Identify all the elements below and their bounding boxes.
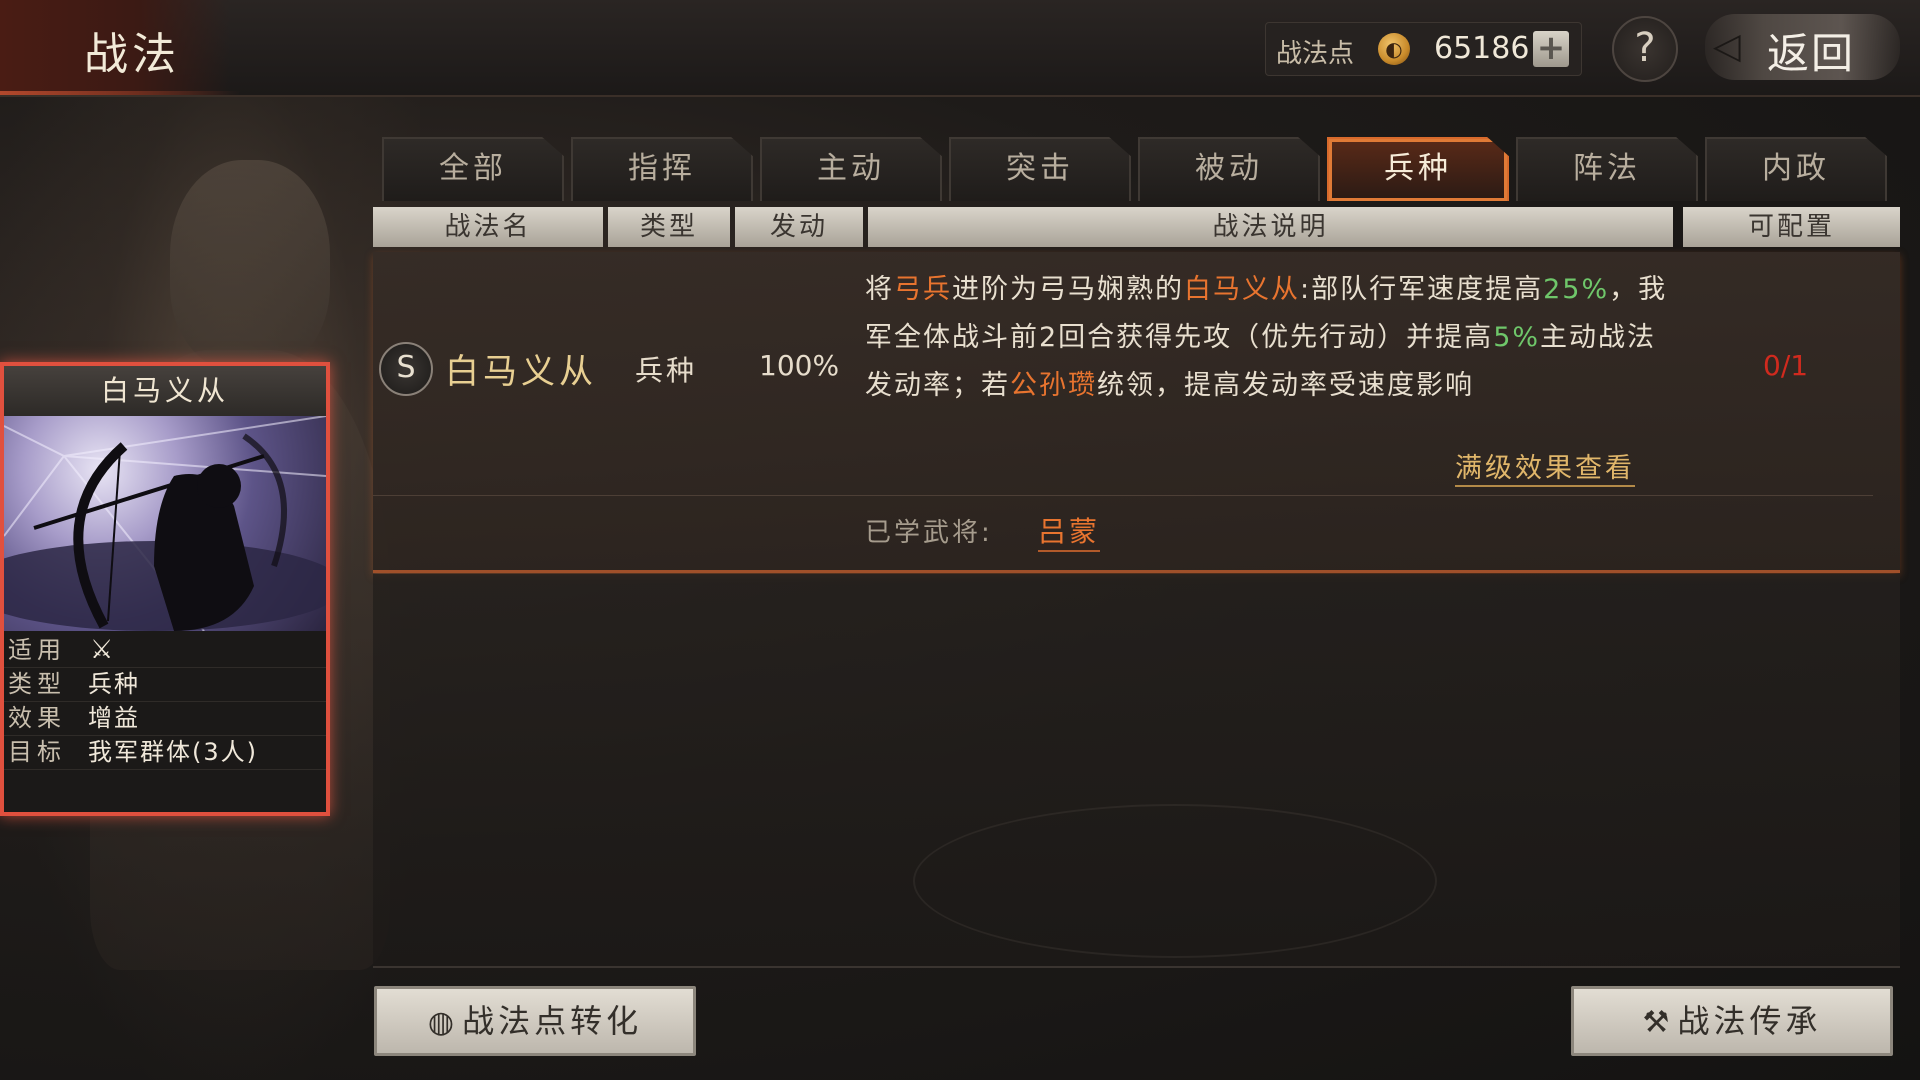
column-header-rate[interactable]: 发动 [735, 207, 863, 247]
column-header-name[interactable]: 战法名 [373, 207, 603, 247]
skill-list-panel [373, 574, 1900, 966]
skill-points-value: 65186 [1434, 31, 1530, 66]
skill-row[interactable]: S 白马义从 兵种 100% 将弓兵进阶为弓马娴熟的白马义从:部队行军速度提高2… [373, 252, 1900, 573]
crossed-bow-icon: ⚔ [90, 635, 114, 665]
card-attr-value: 增益 [88, 704, 140, 732]
character-head-silhouette [170, 160, 330, 370]
tab-all[interactable]: 全部 [382, 137, 564, 201]
desc-highlight-value: 5% [1493, 322, 1541, 353]
desc-highlight-value: 25% [1543, 274, 1610, 305]
back-arrow-icon: ◁ [1713, 26, 1741, 67]
flame-icon: ◍ [427, 1005, 459, 1040]
inherit-skill-button[interactable]: ⚒ 战法传承 [1571, 986, 1893, 1056]
learned-general-link[interactable]: 吕蒙 [1038, 510, 1101, 552]
grade-badge: S [379, 342, 433, 396]
tab-passive[interactable]: 被动 [1138, 137, 1320, 201]
card-attr-value: 兵种 [88, 670, 140, 698]
skill-description: 将弓兵进阶为弓马娴熟的白马义从:部队行军速度提高25%，我军全体战斗前2回合获得… [865, 266, 1685, 410]
card-attr-label: 类型 [8, 670, 66, 698]
inherit-skill-label: 战法传承 [1677, 1002, 1822, 1040]
desc-text: 统领，提高发动率受速度影响 [1097, 370, 1474, 401]
desc-highlight-troop: 弓兵 [894, 274, 952, 305]
skill-type: 兵种 [635, 354, 698, 387]
tab-internal-affairs[interactable]: 内政 [1705, 137, 1887, 201]
archer-illustration-icon [4, 416, 326, 631]
skill-points-label: 战法点 [1276, 39, 1355, 69]
back-button[interactable]: ◁ 返回 [1705, 14, 1900, 80]
skill-activation-rate: 100% [759, 349, 840, 382]
hammer-icon: ⚒ [1642, 1005, 1674, 1040]
row-divider [373, 495, 1873, 496]
learned-generals-label: 已学武将: [865, 518, 993, 548]
desc-text: :部队行军速度提高 [1300, 274, 1544, 305]
help-button[interactable]: ? [1612, 16, 1678, 82]
card-attr-row: 类型 兵种 [4, 668, 326, 702]
configurable-count: 0/1 [1763, 349, 1809, 382]
skill-card: 白马义从 适用 ⚔ 类型 兵种 效果 增益 目标 我军群体(3人) [0, 362, 330, 816]
desc-highlight-general: 公孙瓒 [1010, 370, 1097, 401]
page-title: 战法 [84, 29, 180, 80]
card-attr-label: 效果 [8, 704, 66, 732]
card-attr-row: 适用 ⚔ [4, 634, 326, 668]
add-points-button[interactable]: + [1533, 31, 1569, 67]
card-attr-label: 目标 [8, 738, 66, 766]
card-title: 白马义从 [4, 366, 326, 416]
convert-points-label: 战法点转化 [462, 1002, 643, 1040]
column-header-description: 战法说明 [868, 207, 1673, 247]
card-art-archer [4, 416, 326, 631]
card-attr-row: 效果 增益 [4, 702, 326, 736]
skill-points-icon: ◐ [1378, 33, 1410, 65]
card-attr-row: 目标 我军群体(3人) [4, 736, 326, 770]
back-label: 返回 [1767, 29, 1856, 78]
card-attr-label: 适用 [8, 636, 66, 664]
column-header-configurable[interactable]: 可配置 [1683, 207, 1900, 247]
top-bar: 战法 战法点 ◐ 65186 + ? ◁ 返回 [0, 0, 1920, 97]
desc-highlight-skill: 白马义从 [1184, 274, 1300, 305]
desc-text: 将 [865, 274, 894, 305]
tab-troop-type[interactable]: 兵种 [1327, 137, 1509, 201]
skill-name: 白马义从 [445, 352, 597, 392]
card-attributes: 适用 ⚔ 类型 兵种 效果 增益 目标 我军群体(3人) [4, 634, 326, 770]
skill-points-display: 战法点 ◐ 65186 + [1265, 22, 1582, 76]
tab-formation[interactable]: 阵法 [1516, 137, 1698, 201]
desc-text: 进阶为弓马娴熟的 [952, 274, 1184, 305]
tab-assault[interactable]: 突击 [949, 137, 1131, 201]
category-tabs: 全部 指挥 主动 突击 被动 兵种 阵法 内政 [382, 137, 1887, 201]
bottom-divider [373, 966, 1900, 968]
convert-points-button[interactable]: ◍ 战法点转化 [374, 986, 696, 1056]
full-level-effect-link[interactable]: 满级效果查看 [1455, 446, 1635, 487]
column-header-type[interactable]: 类型 [608, 207, 730, 247]
tab-active[interactable]: 主动 [760, 137, 942, 201]
card-attr-value: 我军群体(3人) [88, 738, 258, 766]
tab-command[interactable]: 指挥 [571, 137, 753, 201]
